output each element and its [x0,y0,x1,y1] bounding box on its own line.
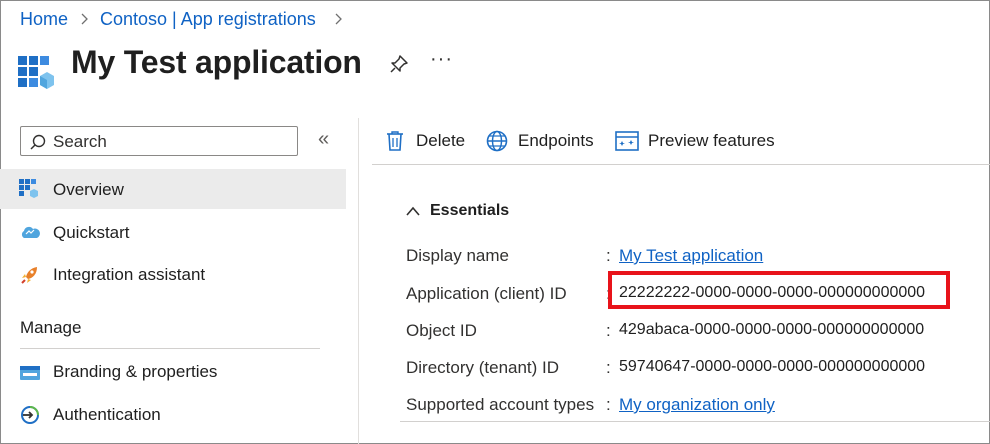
sidebar-item-label: Authentication [53,405,161,424]
section-divider [20,348,320,349]
sidebar-item-label: Branding & properties [53,362,218,381]
sidebar-item-label: Integration assistant [53,265,206,284]
sidebar-item-integration-assistant[interactable]: Integration assistant [0,254,346,294]
sidebar-item-authentication[interactable]: Authentication [0,395,346,435]
breadcrumb-separator-icon [334,9,344,34]
cloud-icon [20,223,40,243]
sidebar-item-label: Quickstart [53,223,130,242]
object-id-value: 429abaca-0000-0000-0000-000000000000 [619,321,925,338]
row-colon: : [606,358,611,377]
sidebar-item-quickstart[interactable]: Quickstart [0,212,346,252]
essentials-divider [400,421,990,422]
row-colon: : [606,246,611,265]
account-types-label: Supported account types [406,395,595,414]
app-grid-icon [19,179,39,199]
breadcrumb-home[interactable]: Home [20,9,68,30]
sidebar-item-overview[interactable]: Overview [0,169,346,209]
highlight-box [608,271,950,309]
display-name-link[interactable]: My Test application [619,246,763,266]
essentials-title[interactable]: Essentials [430,202,509,220]
tenant-id-label: Directory (tenant) ID [406,358,560,377]
page-title: My Test application [71,44,362,80]
authentication-icon [20,405,40,425]
row-colon: : [606,395,611,414]
toolbar-divider [372,164,990,165]
chevron-up-icon[interactable] [405,204,421,218]
pin-icon[interactable] [388,53,410,75]
endpoints-button[interactable]: Endpoints [518,131,594,151]
display-name-label: Display name [406,246,509,265]
account-types-link[interactable]: My organization only [619,395,775,415]
trash-icon [385,130,405,152]
client-id-label: Application (client) ID [406,284,567,303]
preview-features-icon[interactable] [615,131,639,151]
app-registration-icon [18,56,54,92]
preview-features-button[interactable]: Preview features [648,131,775,151]
sidebar-item-branding-properties[interactable]: Branding & properties [0,352,346,392]
tenant-id-value: 59740647-0000-0000-0000-000000000000 [619,358,926,375]
search-input[interactable]: Search [20,126,298,156]
panel-divider [358,118,359,444]
object-id-label: Object ID [406,321,477,340]
collapse-sidebar-button[interactable]: « [318,128,329,151]
search-icon [29,133,47,151]
delete-label: Delete [416,131,466,150]
branding-icon [20,363,40,383]
sidebar-item-label: Overview [53,180,124,199]
globe-icon[interactable] [486,130,508,152]
manage-section-title: Manage [20,318,82,337]
breadcrumb-app-registrations[interactable]: Contoso | App registrations [100,9,316,30]
rocket-icon [20,265,40,285]
breadcrumb-separator-icon [80,9,90,34]
more-options-button[interactable]: ··· [430,48,453,71]
search-placeholder: Search [53,132,107,151]
row-colon: : [606,321,611,340]
